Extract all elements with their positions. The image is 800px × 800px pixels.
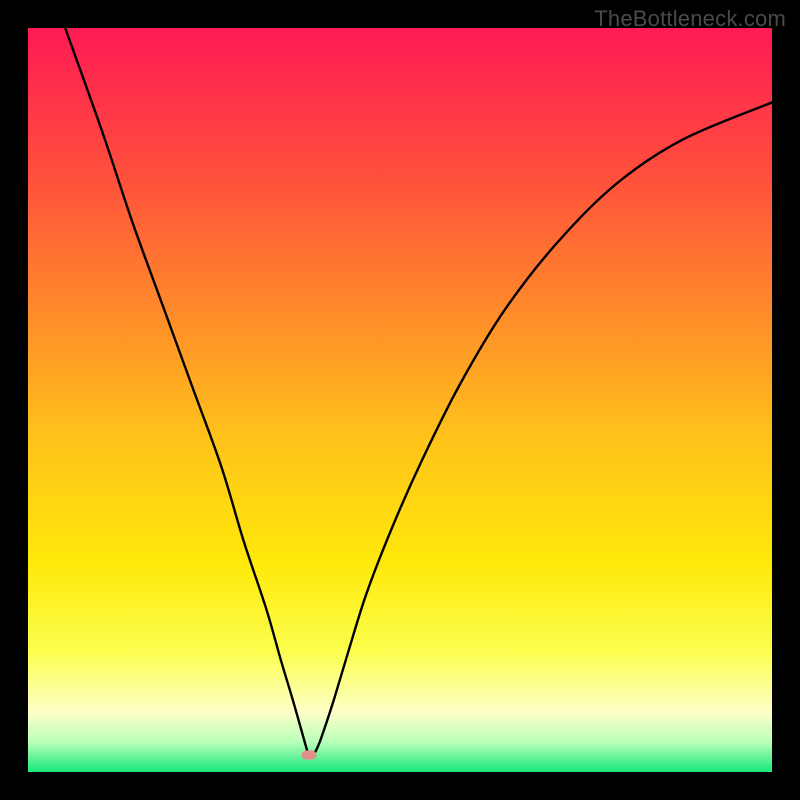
plot-area [28,28,772,772]
watermark-text: TheBottleneck.com [594,6,786,32]
chart-frame: TheBottleneck.com [0,0,800,800]
optimal-point-marker [302,750,317,759]
bottleneck-curve [28,28,772,772]
